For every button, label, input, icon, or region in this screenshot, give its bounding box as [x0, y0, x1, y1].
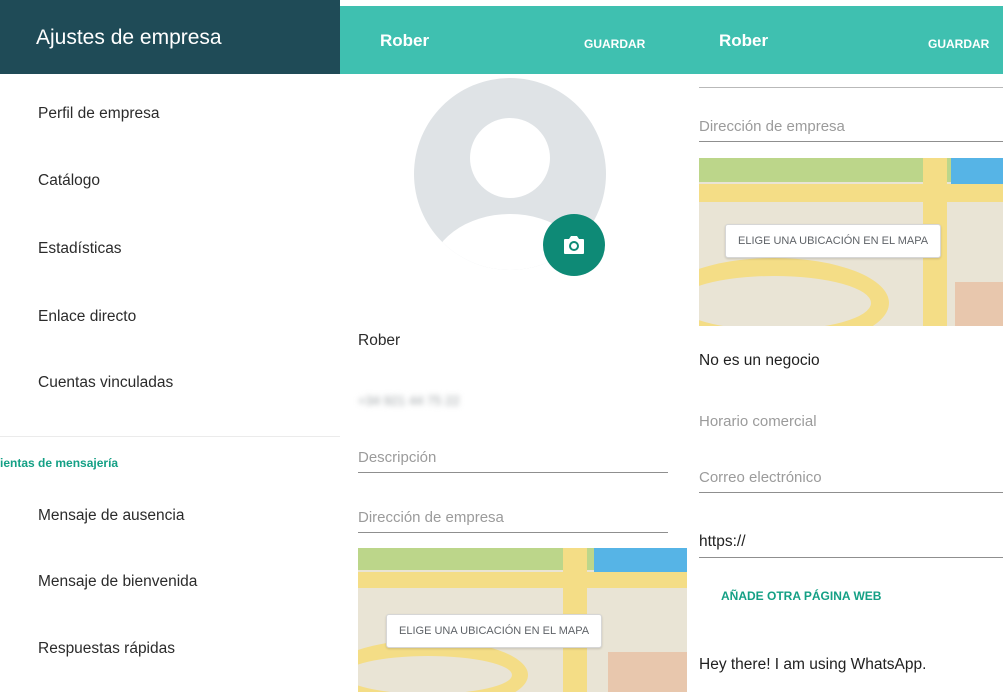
settings-title: Ajustes de empresa: [36, 26, 222, 49]
change-photo-button[interactable]: [543, 214, 605, 276]
email-field[interactable]: Correo electrónico: [699, 469, 1003, 493]
profile-app-bar-2: Rober GUARDAR: [687, 6, 1003, 74]
menu-item-quick-replies[interactable]: Respuestas rápidas: [38, 640, 175, 658]
menu-item-linked-accounts[interactable]: Cuentas vinculadas: [38, 374, 173, 392]
section-divider: [0, 436, 340, 437]
business-profile-panel: Rober GUARDAR Rober +34 921 44 75 22 Des…: [340, 0, 687, 692]
menu-item-catalog[interactable]: Catálogo: [38, 172, 100, 190]
profile-app-bar: Rober GUARDAR: [340, 6, 687, 74]
add-website-button[interactable]: AÑADE OTRA PÁGINA WEB: [721, 589, 881, 603]
map-block-2: [955, 282, 1003, 326]
phone-number: +34 921 44 75 22: [358, 393, 460, 408]
map-block: [608, 652, 687, 692]
profile-header-name: Rober: [380, 31, 430, 50]
menu-item-direct-link[interactable]: Enlace directo: [38, 308, 136, 326]
map-water-area: [594, 548, 687, 572]
business-hours-field[interactable]: Horario comercial: [699, 413, 1003, 436]
location-map[interactable]: ELIGE UNA UBICACIÓN EN EL MAPA: [358, 548, 687, 692]
settings-header: Ajustes de empresa: [0, 0, 340, 74]
cut-off-field: [699, 74, 1003, 88]
map-road-horizontal-2: [699, 184, 1003, 202]
website-field[interactable]: https://: [699, 533, 1003, 558]
profile-header-name-2: Rober: [719, 31, 769, 50]
menu-item-business-profile[interactable]: Perfil de empresa: [38, 105, 159, 123]
business-address-field-2[interactable]: Dirección de empresa: [699, 118, 1003, 142]
business-address-field[interactable]: Dirección de empresa: [358, 509, 668, 533]
business-profile-panel-scrolled: Rober GUARDAR Dirección de empresa ELIGE…: [687, 0, 1003, 692]
menu-item-away-message[interactable]: Mensaje de ausencia: [38, 507, 185, 525]
about-text[interactable]: Hey there! I am using WhatsApp.: [699, 656, 926, 674]
menu-item-statistics[interactable]: Estadísticas: [38, 240, 122, 258]
map-road-horizontal: [358, 572, 687, 588]
messaging-tools-section-title: ramientas de mensajería: [0, 456, 119, 470]
camera-icon: [564, 236, 584, 254]
map-water-area-2: [951, 158, 1003, 184]
menu-item-greeting-message[interactable]: Mensaje de bienvenida: [38, 573, 197, 591]
avatar-head-shape: [470, 118, 550, 198]
business-category-field[interactable]: No es un negocio: [699, 352, 820, 370]
description-field[interactable]: Descripción: [358, 449, 668, 473]
save-button-2[interactable]: GUARDAR: [928, 37, 989, 51]
choose-map-location-button-2[interactable]: ELIGE UNA UBICACIÓN EN EL MAPA: [725, 224, 942, 258]
business-name-field[interactable]: Rober: [358, 332, 400, 350]
location-map-2[interactable]: ELIGE UNA UBICACIÓN EN EL MAPA: [699, 158, 1003, 326]
choose-map-location-button[interactable]: ELIGE UNA UBICACIÓN EN EL MAPA: [386, 614, 603, 648]
business-settings-panel: Ajustes de empresa Perfil de empresa Cat…: [0, 0, 340, 692]
map-road-curve-2: [699, 258, 889, 326]
save-button[interactable]: GUARDAR: [584, 37, 645, 51]
